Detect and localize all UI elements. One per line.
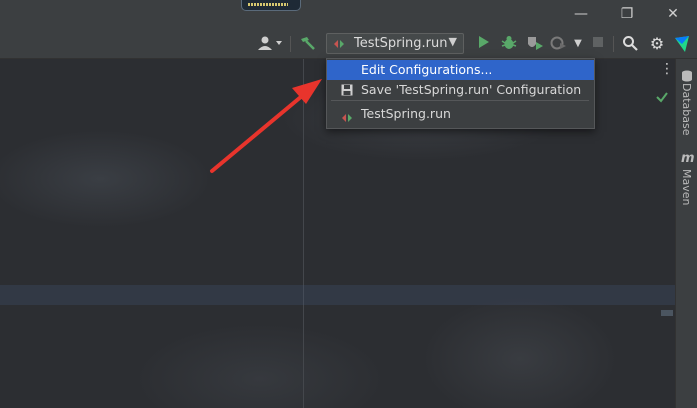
chevron-down-icon: ▼ <box>448 35 457 48</box>
floating-mini-window[interactable] <box>241 0 301 11</box>
run-configuration-combo[interactable]: TestSpring.run ▼ <box>326 33 464 54</box>
caret-row-highlight <box>0 285 675 305</box>
menu-divider <box>331 100 589 101</box>
toolbar-separator <box>613 36 614 52</box>
run-config-dropdown: Edit Configurations... Save 'TestSpring.… <box>326 58 595 129</box>
save-disk-icon <box>341 84 353 96</box>
minimize-button[interactable]: — <box>566 4 596 24</box>
right-tool-strip: Database m Maven <box>675 59 697 408</box>
stop-icon[interactable] <box>591 35 605 53</box>
more-vertical-icon[interactable]: ⋮ <box>660 61 674 77</box>
settings-icon[interactable]: ⚙ <box>647 35 667 53</box>
database-panel-tab[interactable]: Database <box>680 83 693 136</box>
toolbar-separator <box>290 36 291 52</box>
menu-item-edit-configurations[interactable]: Edit Configurations... <box>327 60 594 80</box>
debug-icon[interactable] <box>500 35 518 53</box>
menu-item-label: TestSpring.run <box>361 106 451 121</box>
menu-item-testspring-run[interactable]: TestSpring.run <box>327 104 594 124</box>
search-icon[interactable] <box>620 35 640 53</box>
chevron-down-icon[interactable]: ▼ <box>572 35 584 53</box>
user-icon[interactable] <box>255 35 285 53</box>
title-bar: — ❐ ✕ <box>0 0 697 30</box>
main-toolbar: TestSpring.run ▼ ▼ ⚙ <box>0 30 697 59</box>
run-icon[interactable] <box>474 35 492 53</box>
close-button[interactable]: ✕ <box>658 4 688 24</box>
checkmark-icon <box>655 89 669 103</box>
menu-item-save-configuration[interactable]: Save 'TestSpring.run' Configuration <box>327 80 594 100</box>
maven-panel-tab[interactable]: Maven <box>680 169 693 205</box>
right-margin-guide <box>303 59 304 408</box>
maven-icon: m <box>681 151 695 166</box>
run-config-icon <box>342 110 352 122</box>
menu-item-label: Save 'TestSpring.run' Configuration <box>361 82 582 97</box>
coverage-icon[interactable] <box>525 35 545 53</box>
scroll-marker <box>661 310 673 316</box>
menu-item-label: Edit Configurations... <box>361 62 493 77</box>
run-config-label: TestSpring.run <box>354 36 448 51</box>
restore-button[interactable]: ❐ <box>612 4 642 24</box>
build-hammer-icon[interactable] <box>298 35 318 53</box>
toolbox-icon[interactable] <box>672 35 692 53</box>
profile-icon[interactable] <box>549 35 569 53</box>
run-config-icon <box>334 40 344 48</box>
database-icon <box>681 67 693 82</box>
